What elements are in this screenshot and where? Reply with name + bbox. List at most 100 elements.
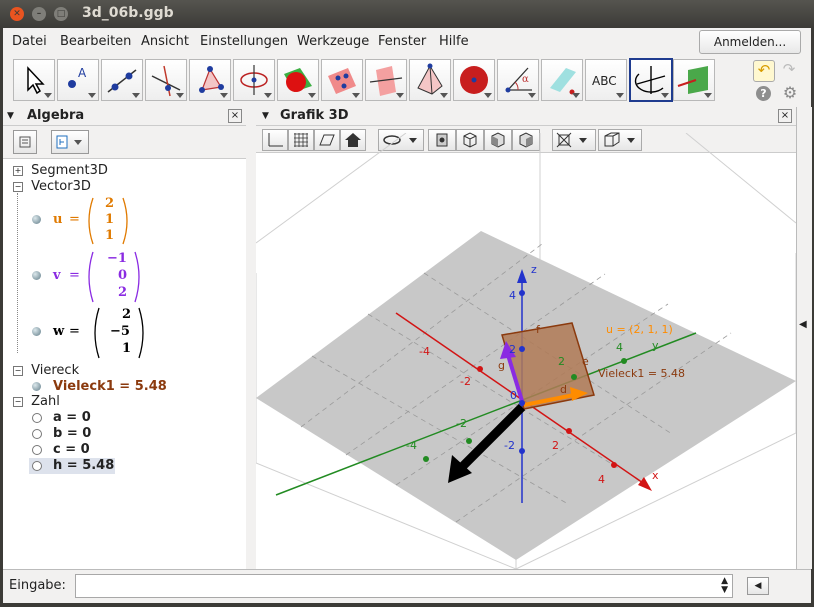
3d-canvas[interactable]: -4 -2 2 4 -4 -2 2 4 4 2 -2 0 x y z u = (… <box>256 133 796 569</box>
number-item-a[interactable]: a = 0 <box>3 410 233 426</box>
text-tool-button[interactable]: ABC <box>585 59 627 101</box>
menu-datei[interactable]: Datei <box>12 34 47 49</box>
group-label: Zahl <box>31 394 60 409</box>
perpendicular-tool-button[interactable] <box>145 59 187 101</box>
graphics-header: ▼ Grafik 3D × <box>256 107 796 126</box>
tree-sort-icon <box>56 135 82 149</box>
group-zahl[interactable]: − Zahl <box>13 394 60 409</box>
login-button[interactable]: Anmelden... <box>699 30 801 54</box>
menu-fenster[interactable]: Fenster <box>378 34 426 49</box>
right-collapse-strip[interactable]: ◀ <box>796 107 812 569</box>
visibility-toggle-icon[interactable] <box>32 215 41 224</box>
group-segment3d[interactable]: + Segment3D <box>13 163 108 178</box>
undo-icon[interactable]: ↶ <box>753 60 775 82</box>
menu-einstellungen[interactable]: Einstellungen <box>200 34 288 49</box>
vector-component-2: 1 <box>105 212 115 227</box>
expand-icon[interactable]: + <box>13 165 23 176</box>
maximize-window-button[interactable]: □ <box>54 7 68 21</box>
settings-gear-icon[interactable]: ⚙ <box>781 84 799 102</box>
circle-tool-button[interactable] <box>233 59 275 101</box>
number-item-c[interactable]: c = 0 <box>3 442 233 458</box>
x-tick-label: -4 <box>419 345 430 358</box>
collapse-arrow-icon[interactable]: ▼ <box>262 107 269 125</box>
group-vector3d[interactable]: − Vector3D <box>13 179 91 194</box>
point-tool-button[interactable]: A <box>57 59 99 101</box>
sort-by-button[interactable] <box>51 130 89 154</box>
panel-splitter[interactable] <box>246 107 256 569</box>
collapse-icon[interactable]: − <box>13 181 23 192</box>
visibility-toggle-icon[interactable] <box>32 382 41 391</box>
minimize-window-button[interactable]: – <box>32 7 46 21</box>
vector-name: v <box>53 268 61 283</box>
visibility-toggle-icon[interactable] <box>32 271 41 280</box>
reflect-tool-button[interactable] <box>541 59 583 101</box>
visibility-toggle-icon[interactable] <box>32 327 41 336</box>
help-icon[interactable]: ? <box>756 86 771 101</box>
vector-component-2: −5 <box>110 324 130 339</box>
vector-u-item[interactable]: u = 2 1 1 <box>3 196 233 246</box>
polygon-tool-button[interactable] <box>189 59 231 101</box>
close-window-button[interactable]: ✕ <box>10 7 24 21</box>
vector-w-item[interactable]: w = 2 −5 1 <box>3 306 233 360</box>
expand-left-icon[interactable]: ◀ <box>799 319 807 330</box>
plane-tool-button[interactable] <box>321 59 363 101</box>
sphere-point-tool-button[interactable] <box>453 59 495 101</box>
algebra-style-bar <box>3 126 246 159</box>
list-icon <box>19 136 31 148</box>
number-value: a = 0 <box>53 410 91 425</box>
vector-v-item[interactable]: v = −1 0 2 <box>3 250 233 304</box>
input-label: Eingabe: <box>9 578 66 593</box>
sphere-tool-button[interactable] <box>277 59 319 101</box>
collapse-icon[interactable]: − <box>13 396 23 407</box>
z-tick-label: -2 <box>504 439 515 452</box>
line-tool-button[interactable] <box>101 59 143 101</box>
group-viereck[interactable]: − Viereck <box>13 363 79 378</box>
window-title: 3d_06b.ggb <box>82 5 174 21</box>
menu-bearbeiten[interactable]: Bearbeiten <box>60 34 131 49</box>
close-graphics-icon[interactable]: × <box>778 109 792 123</box>
rotate-view-tool-button[interactable] <box>629 58 673 102</box>
toggle-auxiliary-button[interactable] <box>13 130 37 154</box>
hidden-toggle-icon[interactable] <box>32 461 42 471</box>
menu-werkzeuge[interactable]: Werkzeuge <box>297 34 369 49</box>
y-tick-label: -2 <box>456 417 467 430</box>
menu-hilfe[interactable]: Hilfe <box>439 34 469 49</box>
pyramid-tool-button[interactable] <box>409 59 451 101</box>
number-item-h[interactable]: h = 5.48 <box>29 458 115 474</box>
y-tick-label: -4 <box>406 439 417 452</box>
algebra-header: ▼ Algebra × <box>3 107 246 126</box>
input-scroll-icon[interactable]: ▲ ▼ <box>721 577 728 595</box>
view-in-front-tool-button[interactable] <box>673 59 715 101</box>
number-value: c = 0 <box>53 442 90 457</box>
collapse-arrow-icon[interactable]: ▼ <box>7 107 14 125</box>
algebra-title: Algebra <box>27 108 85 123</box>
graphics-title: Grafik 3D <box>280 108 349 123</box>
z-tick-label: 4 <box>509 289 516 302</box>
x-tick-label: 2 <box>552 439 559 452</box>
polygon-value: Vieleck1 = 5.48 <box>53 379 167 394</box>
vector-component-3: 2 <box>118 285 128 300</box>
vector-component-3: 1 <box>122 341 132 356</box>
window-titlebar: ✕ – □ 3d_06b.ggb <box>0 0 814 28</box>
hidden-toggle-icon[interactable] <box>32 445 42 455</box>
close-algebra-icon[interactable]: × <box>228 109 242 123</box>
redo-icon[interactable]: ↷ <box>779 60 799 80</box>
intersect-plane-tool-button[interactable] <box>365 59 407 101</box>
input-field[interactable]: ▲ ▼ <box>75 574 733 598</box>
number-item-b[interactable]: b = 0 <box>3 426 233 442</box>
vector-component-3: 1 <box>105 228 115 243</box>
menu-ansicht[interactable]: Ansicht <box>141 34 189 49</box>
collapse-icon[interactable]: − <box>13 365 23 376</box>
hidden-toggle-icon[interactable] <box>32 413 42 423</box>
move-tool-button[interactable] <box>13 59 55 101</box>
x-axis-label: x <box>652 469 659 482</box>
hidden-toggle-icon[interactable] <box>32 429 42 439</box>
polygon-item[interactable]: Vieleck1 = 5.48 <box>3 379 233 395</box>
polygon-label: Vieleck1 = 5.48 <box>598 367 685 380</box>
algebra-view: ▼ Algebra × + Segment3D − Vector3D u = 2… <box>3 107 247 569</box>
vector-u-label: u = (2, 1, 1) <box>606 323 673 336</box>
z-tick-label: 2 <box>509 343 516 356</box>
group-label: Viereck <box>31 363 80 378</box>
angle-tool-button[interactable]: α <box>497 59 539 101</box>
input-help-button[interactable]: ◀ <box>747 577 769 595</box>
